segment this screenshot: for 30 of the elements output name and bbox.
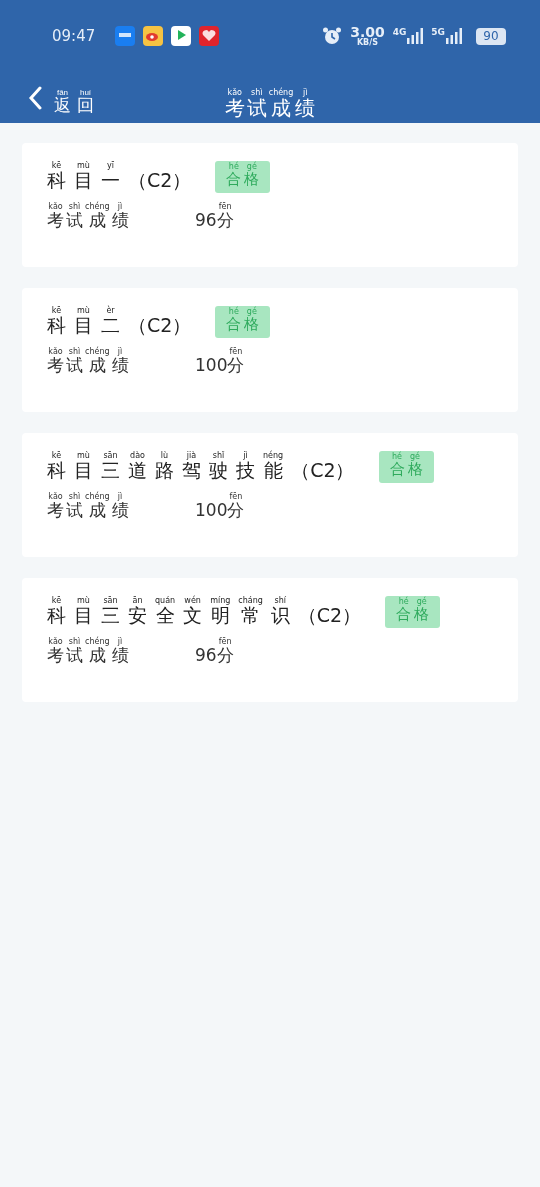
back-button[interactable]: fǎn 返 huí 回 <box>28 79 94 116</box>
pass-badge: hé 合 gé 格 <box>215 306 271 338</box>
status-time: 09:47 <box>52 27 96 45</box>
play-icon <box>171 26 192 46</box>
score-value: 100 fēn 分 <box>195 492 246 520</box>
battery-indicator: 90 <box>476 27 506 45</box>
score-value: 96 fēn 分 <box>195 202 235 230</box>
pass-badge: hé 合 gé 格 <box>378 451 434 483</box>
score-label: kǎo 考 shì 试 chéng 成 jì 绩 <box>47 492 130 520</box>
network-type: 4G <box>392 28 407 37</box>
alarm-icon <box>322 26 343 46</box>
page-title: kǎo 考 shì 试 chéng 成 jì 绩 <box>224 86 316 119</box>
score-value: 100 fēn 分 <box>195 347 246 375</box>
signal-icon <box>446 28 462 44</box>
pass-badge: hé 合 gé 格 <box>215 161 271 193</box>
score-label: kǎo 考 shì 试 chéng 成 jì 绩 <box>47 202 130 230</box>
eye-icon <box>143 26 164 46</box>
subject-title: kē 科 mù 目 sān 三 ān 安 quán 全 wén 文 míng 明 cháng 常 shí 识 （C2） <box>47 597 362 627</box>
app-icon <box>115 26 136 46</box>
signal-icon <box>407 28 424 44</box>
subject-title: kē 科 mù 目 èr 二 （C2） <box>47 307 192 337</box>
score-value: 96 fēn 分 <box>195 637 235 665</box>
network-type: 5G <box>431 28 445 37</box>
pass-badge: hé 合 gé 格 <box>385 596 441 628</box>
back-chevron-icon <box>28 85 42 110</box>
subject-title: kē 科 mù 目 sān 三 dào 道 lù 路 jià 驾 shǐ 驶 jì 技 néng 能 （C2） <box>47 452 355 482</box>
score-label: kǎo 考 shì 试 chéng 成 jì 绩 <box>47 347 130 375</box>
score-label: kǎo 考 shì 试 chéng 成 jì 绩 <box>47 637 130 665</box>
subject-title: kē 科 mù 目 yī 一 （C2） <box>47 162 192 192</box>
network-speed: 3.00 KB/S <box>350 25 385 47</box>
